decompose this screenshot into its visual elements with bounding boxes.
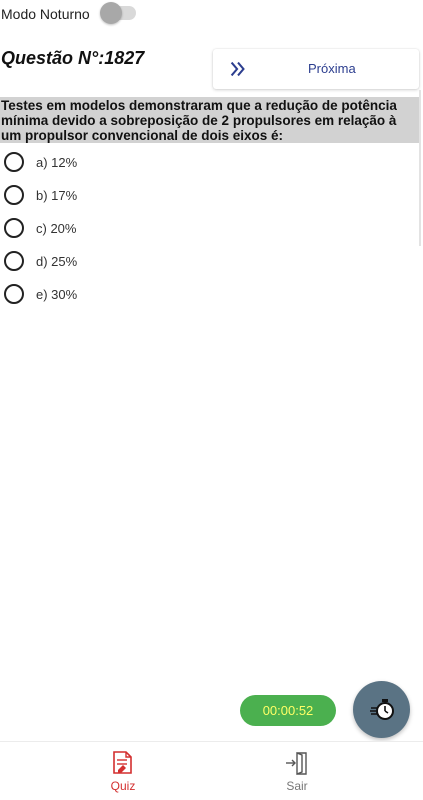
quiz-document-icon — [113, 751, 132, 774]
quiz-screen: Modo Noturno Questão N°:1827 Próxima Tes… — [0, 0, 423, 800]
question-number: Questão N°:1827 — [1, 48, 145, 68]
next-button-label: Próxima — [308, 61, 356, 76]
nav-item-quiz[interactable]: Quiz — [93, 742, 153, 800]
scroll-indicator — [419, 90, 421, 246]
toggle-knob — [100, 2, 122, 24]
radio-button[interactable] — [4, 152, 24, 172]
night-mode-label: Modo Noturno — [1, 6, 90, 22]
radio-button[interactable] — [4, 185, 24, 205]
bottom-navigation: Quiz Sair — [0, 741, 423, 800]
timer-badge: 00:00:52 — [240, 695, 336, 726]
option-d[interactable]: d) 25% — [4, 249, 204, 273]
option-label: d) 25% — [36, 253, 78, 269]
timer-value: 00:00:52 — [262, 703, 314, 718]
option-label: b) 17% — [36, 187, 78, 203]
next-button[interactable]: Próxima — [213, 49, 419, 89]
nav-label-exit: Sair — [286, 779, 308, 793]
nav-item-exit[interactable]: Sair — [267, 742, 327, 800]
radio-button[interactable] — [4, 218, 24, 238]
exit-door-icon — [286, 751, 307, 776]
question-text: Testes em modelos demonstraram que a red… — [1, 98, 397, 143]
option-a[interactable]: a) 12% — [4, 150, 204, 174]
night-mode-row: Modo Noturno — [0, 0, 90, 28]
radio-button[interactable] — [4, 251, 24, 271]
nav-label-quiz: Quiz — [110, 779, 136, 793]
option-label: c) 20% — [36, 220, 77, 236]
stopwatch-icon — [369, 698, 394, 720]
night-mode-toggle[interactable] — [100, 2, 136, 24]
question-box: Testes em modelos demonstraram que a red… — [0, 97, 419, 143]
double-chevron-right-icon — [230, 61, 245, 77]
radio-button[interactable] — [4, 284, 24, 304]
option-e[interactable]: e) 30% — [4, 282, 204, 306]
option-label: e) 30% — [36, 286, 78, 302]
timer-fab-button[interactable] — [353, 681, 410, 738]
option-label: a) 12% — [36, 154, 78, 170]
option-c[interactable]: c) 20% — [4, 216, 204, 240]
option-b[interactable]: b) 17% — [4, 183, 204, 207]
